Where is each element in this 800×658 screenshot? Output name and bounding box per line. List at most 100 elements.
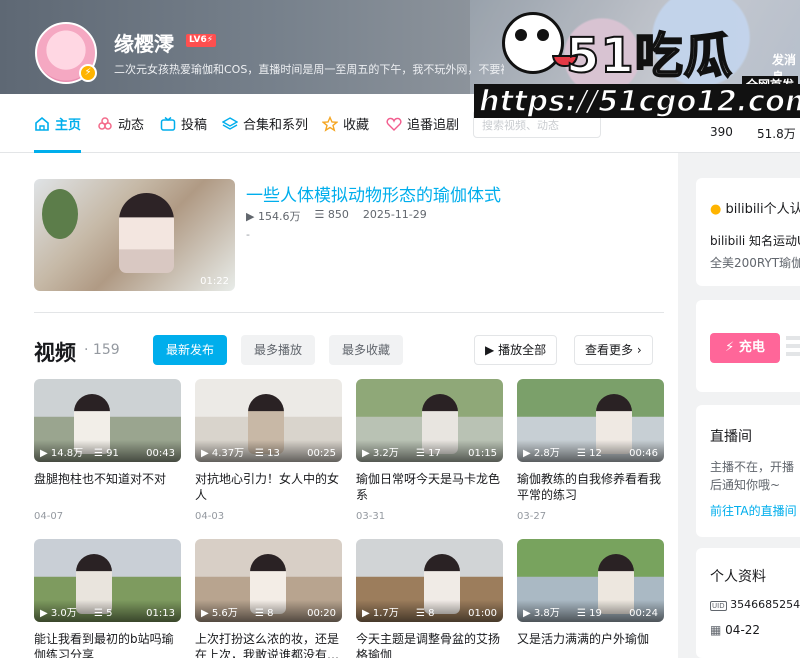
watermark-overlay: 51吃瓜 全网首发 https://51cgo12.com [474,10,800,122]
play-count: ▶ 2.8万 [523,448,560,459]
video-card[interactable]: ▶ 2.8万 ☰ 12 00:46 瑜伽教练的自我修养看看我平常的练习 03-27 [517,379,664,522]
comment-count: ☰ 17 [416,448,441,459]
birthday-row: ▦ 04-22 [710,623,760,637]
play-count-value: 3.8万 [533,608,560,619]
featured-video-title[interactable]: 一些人体模拟动物形态的瑜伽体式 [246,181,501,206]
comment-count: ☰ 8 [255,608,274,619]
uid-icon: UID [710,601,727,611]
thumbnail-plant [42,189,78,239]
play-icon: ▶ [485,343,495,357]
featured-video-thumbnail[interactable]: 01:22 [34,179,235,291]
video-card[interactable]: ▶ 3.2万 ☰ 17 01:15 瑜伽日常呀今天是马卡龙色系 03-31 [356,379,503,522]
go-to-live-link[interactable]: 前往TA的直播间 [710,502,797,519]
video-title[interactable]: 瑜伽日常呀今天是马卡龙色系 [356,471,503,503]
section-divider [34,312,664,313]
video-title[interactable]: 对抗地心引力！女人中的女人 [195,471,342,503]
video-thumbnail[interactable]: ▶ 5.6万 ☰ 8 00:20 [195,539,342,622]
play-count: ▶ 3.0万 [40,608,77,619]
tab-following-series[interactable]: 追番追剧 [386,94,459,153]
video-card[interactable]: ▶ 4.37万 ☰ 13 00:25 对抗地心引力！女人中的女人 04-03 [195,379,342,522]
tab-posts[interactable]: 投稿 [160,94,207,153]
sort-most-played-button[interactable]: 最多播放 [241,335,316,365]
follower-count[interactable]: 51.8万 [757,125,796,142]
user-bio: 二次元女孩热爱瑜伽和COS，直播时间是周一至周五的下午，我不玩外网，不要被骗 [114,63,504,76]
play-count: ▶ 14.8万 [40,448,84,459]
charge-button[interactable]: ⚡ 充电 [710,333,780,363]
video-card[interactable]: ▶ 14.8万 ☰ 91 00:43 盘腿抱柱也不知道对不对 04-07 [34,379,181,522]
tab-label: 合集和系列 [243,118,309,133]
tab-collections[interactable]: 合集和系列 [222,94,308,153]
sort-latest-button[interactable]: 最新发布 [153,335,228,365]
video-title[interactable]: 盘腿抱柱也不知道对不对 [34,471,181,503]
charge-label: 充电 [738,340,765,355]
video-title[interactable]: 今天主题是调整骨盆的艾扬格瑜伽 [356,631,503,658]
calendar-icon: ▦ [710,623,722,637]
video-title[interactable]: 能让我看到最初的b站吗瑜伽练习分享 [34,631,181,658]
tv-icon [160,116,176,131]
comment-count-value: 8 [428,608,435,619]
video-date: 03-31 [356,511,386,522]
tab-favorites[interactable]: 收藏 [322,94,369,153]
video-card[interactable]: ▶ 3.0万 ☰ 5 01:13 能让我看到最初的b站吗瑜伽练习分享 [34,539,181,658]
view-more-label: 查看更多 [585,343,634,357]
video-thumbnail[interactable]: ▶ 1.7万 ☰ 8 01:00 [356,539,503,622]
video-duration: 01:15 [468,448,497,459]
layers-icon [222,116,238,130]
video-title[interactable]: 上次打扮这么浓的妆，还是在上次，我敢说谁都没有… [195,631,342,658]
tab-label: 追番追剧 [407,118,460,133]
lightning-icon: ⚡ [725,340,735,355]
comment-count: ☰ 8 [416,608,435,619]
video-thumbnail[interactable]: ▶ 4.37万 ☰ 13 00:25 [195,379,342,462]
comment-count-value: 91 [106,448,119,459]
video-card[interactable]: ▶ 5.6万 ☰ 8 00:20 上次打扮这么浓的妆，还是在上次，我敢说谁都没有… [195,539,342,658]
video-date: 03-27 [517,511,547,522]
verification-line-2: 全美200RYT瑜伽 [710,256,800,270]
sort-most-favorited-button[interactable]: 最多收藏 [329,335,404,365]
featured-video-meta: ▶ 154.6万 ☰ 850 2025-11-29 [246,208,427,224]
video-duration: 00:46 [629,448,658,459]
comment-count: ☰ 5 [94,608,113,619]
live-status: 主播不在，开播后通知你哦~ [710,460,795,492]
video-thumbnail[interactable]: ▶ 3.0万 ☰ 5 01:13 [34,539,181,622]
play-count-value: 5.6万 [211,608,238,619]
pinwheel-icon [98,116,112,130]
username[interactable]: 缘樱澪 [114,28,174,57]
watermark-logo: 51吃瓜 [565,27,733,85]
play-count-value: 4.37万 [211,448,245,459]
comment-count: ☰ 91 [94,448,119,459]
charge-progress-bar [786,336,800,360]
heart-icon [386,117,402,131]
video-card[interactable]: ▶ 3.8万 ☰ 19 00:24 又是活力满满的户外瑜伽 [517,539,664,658]
play-count-value: 154.6万 [257,210,301,223]
play-count: ▶ 154.6万 [246,210,301,223]
play-all-button[interactable]: ▶ 播放全部 [474,335,558,365]
video-thumbnail[interactable]: ▶ 3.8万 ☰ 19 00:24 [517,539,664,622]
play-count-value: 2.8万 [533,448,560,459]
birthday-value: 04-22 [725,623,761,637]
profile-info-title: 个人资料 [710,569,766,585]
following-count[interactable]: 390 [710,125,733,139]
video-title[interactable]: 又是活力满满的户外瑜伽 [517,631,664,658]
view-more-button[interactable]: 查看更多 › [574,335,653,365]
video-thumbnail[interactable]: ▶ 3.2万 ☰ 17 01:15 [356,379,503,462]
video-title[interactable]: 瑜伽教练的自我修养看看我平常的练习 [517,471,664,503]
tab-home[interactable]: 主页 [34,94,82,153]
comment-count-value: 17 [428,448,441,459]
tab-label: 主页 [55,118,82,133]
video-duration: 00:25 [307,448,336,459]
video-thumbnail[interactable]: ▶ 14.8万 ☰ 91 00:43 [34,379,181,462]
video-thumbnail[interactable]: ▶ 2.8万 ☰ 12 00:46 [517,379,664,462]
verification-title-text: bilibili个人认证 [725,202,800,217]
play-count-value: 14.8万 [50,448,84,459]
video-duration: 00:43 [146,448,175,459]
videos-count: · 159 [84,342,120,358]
comment-count-value: 850 [327,208,349,221]
video-duration: 01:00 [468,608,497,619]
video-date: 04-03 [195,511,225,522]
thumbnail-figure [119,193,174,273]
comment-count: ☰ 850 [314,208,349,221]
video-duration: 00:20 [307,608,336,619]
verified-icon: ● [710,202,722,217]
video-card[interactable]: ▶ 1.7万 ☰ 8 01:00 今天主题是调整骨盆的艾扬格瑜伽 [356,539,503,658]
tab-dynamic[interactable]: 动态 [97,94,144,153]
